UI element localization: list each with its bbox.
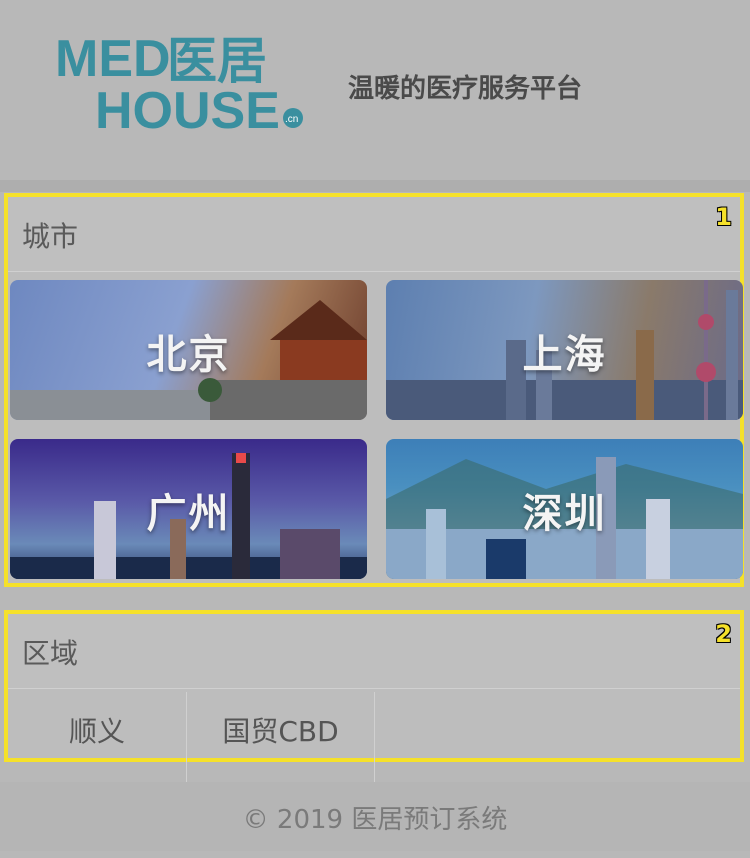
region-item-guomao-cbd[interactable]: 国贸CBD [187, 692, 375, 782]
city-name-guangzhou: 广州 [146, 491, 231, 537]
footer-copyright: © 2019 医居预订系统 [0, 782, 750, 851]
cities-panel-header: 城市 1 [8, 197, 740, 272]
app-header: MED 医居 HOUSE .cn 温暖的医疗服务平台 [0, 0, 750, 180]
svg-text:.cn: .cn [285, 114, 298, 125]
regions-list: 顺义 国贸CBD [8, 692, 740, 782]
annotation-badge-1: 1 [715, 203, 732, 231]
city-name-shenzhen: 深圳 [522, 491, 607, 537]
medhouse-logo: MED 医居 HOUSE .cn [55, 30, 303, 138]
regions-panel-title: 区域 [22, 637, 79, 670]
city-card-beijing[interactable]: 北京 [10, 280, 367, 420]
city-card-guangzhou[interactable]: 广州 [10, 439, 367, 579]
cities-panel-title: 城市 [22, 220, 79, 253]
cities-panel: 城市 1 北京 上海 广州 深圳 [4, 193, 744, 587]
city-name-beijing: 北京 [146, 332, 231, 378]
city-card-shanghai[interactable]: 上海 [386, 280, 743, 420]
header-divider [0, 180, 750, 192]
svg-text:MED: MED [55, 30, 171, 88]
slogan: 温暖的医疗服务平台 [348, 74, 583, 104]
regions-panel: 区域 2 顺义 国贸CBD [4, 610, 744, 782]
annotation-badge-2: 2 [715, 620, 732, 648]
city-card-shenzhen[interactable]: 深圳 [386, 439, 743, 579]
city-name-shanghai: 上海 [522, 332, 607, 378]
region-item-shunyi[interactable]: 顺义 [8, 692, 187, 782]
regions-panel-header: 区域 2 [8, 614, 740, 689]
svg-text:HOUSE: HOUSE [95, 82, 280, 138]
